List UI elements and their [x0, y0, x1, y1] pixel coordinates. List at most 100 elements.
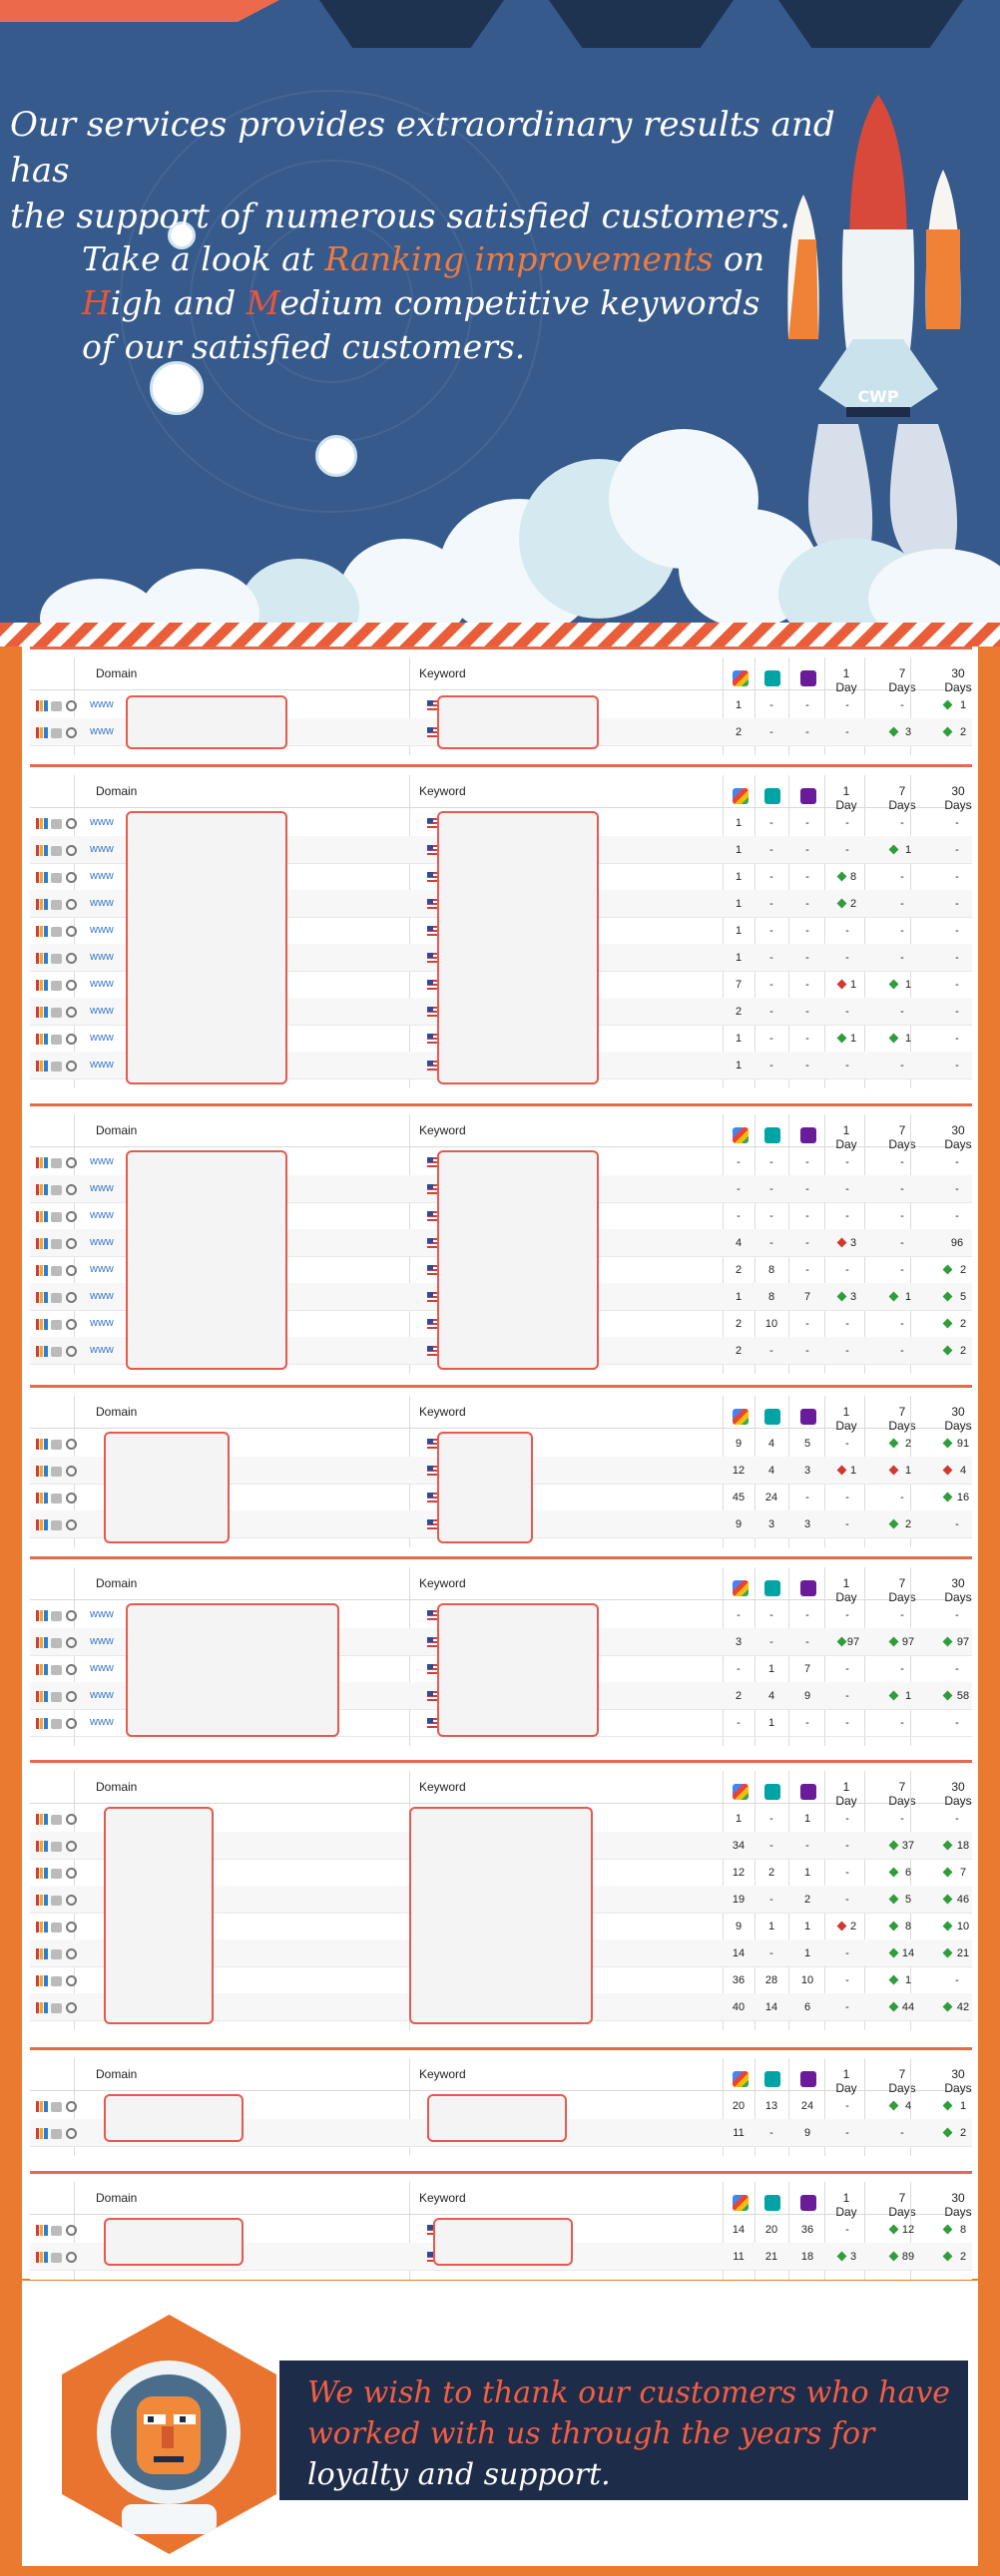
domain-link[interactable]: www: [90, 843, 114, 855]
bar-chart-icon[interactable]: [36, 1265, 48, 1276]
domain-link[interactable]: www: [90, 978, 114, 990]
search-icon[interactable]: [66, 700, 77, 711]
bar-chart-icon[interactable]: [36, 953, 48, 964]
tool-icon[interactable]: [51, 1440, 62, 1450]
search-icon[interactable]: [66, 1610, 77, 1621]
google-icon[interactable]: [733, 1784, 749, 1800]
search-icon[interactable]: [66, 2128, 77, 2139]
search-icon[interactable]: [66, 872, 77, 883]
tool-icon[interactable]: [51, 873, 62, 883]
bar-chart-icon[interactable]: [36, 1948, 48, 1959]
column-header-30days[interactable]: 30 Days: [938, 1405, 972, 1433]
column-header-1day[interactable]: 1 Day: [832, 784, 860, 812]
column-header-30days[interactable]: 30 Days: [938, 1576, 972, 1604]
column-header-domain[interactable]: Domain: [96, 784, 137, 798]
column-header-7days[interactable]: 7 Days: [884, 1405, 920, 1433]
bar-chart-icon[interactable]: [36, 1637, 48, 1648]
domain-link[interactable]: www: [90, 924, 114, 936]
search-icon[interactable]: [66, 1439, 77, 1450]
tool-icon[interactable]: [51, 1293, 62, 1303]
domain-link[interactable]: www: [90, 1263, 114, 1275]
search-icon[interactable]: [66, 1975, 77, 1986]
google-icon[interactable]: [733, 1409, 749, 1425]
yahoo-icon[interactable]: [800, 1784, 816, 1800]
search-icon[interactable]: [66, 1895, 77, 1906]
tool-icon[interactable]: [51, 1815, 62, 1825]
tool-icon[interactable]: [51, 1638, 62, 1648]
column-header-7days[interactable]: 7 Days: [884, 784, 920, 812]
domain-link[interactable]: www: [90, 1608, 114, 1620]
domain-link[interactable]: www: [90, 1635, 114, 1647]
tool-icon[interactable]: [51, 1949, 62, 1959]
tool-icon[interactable]: [51, 2253, 62, 2263]
tool-icon[interactable]: [51, 1158, 62, 1168]
tool-icon[interactable]: [51, 927, 62, 937]
domain-link[interactable]: www: [90, 1182, 114, 1194]
tool-icon[interactable]: [51, 1665, 62, 1675]
bar-chart-icon[interactable]: [36, 1061, 48, 1072]
column-header-domain[interactable]: Domain: [96, 1576, 137, 1590]
domain-link[interactable]: www: [90, 1689, 114, 1701]
column-header-keyword[interactable]: Keyword: [419, 1123, 466, 1137]
bar-chart-icon[interactable]: [36, 1157, 48, 1168]
column-header-domain[interactable]: Domain: [96, 1780, 137, 1794]
bing-icon[interactable]: [764, 2195, 780, 2211]
domain-link[interactable]: www: [90, 1716, 114, 1728]
bar-chart-icon[interactable]: [36, 899, 48, 910]
bar-chart-icon[interactable]: [36, 1868, 48, 1879]
search-icon[interactable]: [66, 1691, 77, 1702]
bar-chart-icon[interactable]: [36, 2101, 48, 2112]
search-icon[interactable]: [66, 1238, 77, 1249]
tool-icon[interactable]: [51, 2226, 62, 2236]
yahoo-icon[interactable]: [800, 788, 816, 804]
search-icon[interactable]: [66, 1519, 77, 1530]
domain-link[interactable]: www: [90, 897, 114, 909]
bar-chart-icon[interactable]: [36, 926, 48, 937]
tool-icon[interactable]: [51, 1692, 62, 1702]
bar-chart-icon[interactable]: [36, 1034, 48, 1045]
domain-link[interactable]: www: [90, 1662, 114, 1674]
search-icon[interactable]: [66, 1493, 77, 1503]
column-header-1day[interactable]: 1 Day: [832, 666, 860, 694]
tool-icon[interactable]: [51, 1062, 62, 1072]
yahoo-icon[interactable]: [800, 670, 816, 686]
column-header-1day[interactable]: 1 Day: [832, 2191, 860, 2219]
bing-icon[interactable]: [764, 1784, 780, 1800]
bar-chart-icon[interactable]: [36, 1238, 48, 1249]
column-header-domain[interactable]: Domain: [96, 666, 137, 680]
tool-icon[interactable]: [51, 1008, 62, 1018]
tool-icon[interactable]: [51, 1869, 62, 1879]
column-header-keyword[interactable]: Keyword: [419, 2067, 466, 2081]
column-header-domain[interactable]: Domain: [96, 2191, 137, 2205]
tool-icon[interactable]: [51, 1212, 62, 1222]
search-icon[interactable]: [66, 2225, 77, 2236]
search-icon[interactable]: [66, 953, 77, 964]
domain-link[interactable]: www: [90, 725, 114, 737]
yahoo-icon[interactable]: [800, 1580, 816, 1596]
yahoo-icon[interactable]: [800, 2071, 816, 2087]
bar-chart-icon[interactable]: [36, 1519, 48, 1530]
bar-chart-icon[interactable]: [36, 1466, 48, 1477]
search-icon[interactable]: [66, 1718, 77, 1729]
search-icon[interactable]: [66, 1664, 77, 1675]
tool-icon[interactable]: [51, 1347, 62, 1357]
column-header-domain[interactable]: Domain: [96, 2067, 137, 2081]
google-icon[interactable]: [733, 1127, 749, 1143]
domain-link[interactable]: www: [90, 1344, 114, 1356]
search-icon[interactable]: [66, 1265, 77, 1276]
domain-link[interactable]: www: [90, 951, 114, 963]
search-icon[interactable]: [66, 1868, 77, 1879]
search-icon[interactable]: [66, 980, 77, 991]
tool-icon[interactable]: [51, 1467, 62, 1477]
column-header-7days[interactable]: 7 Days: [884, 2191, 920, 2219]
google-icon[interactable]: [733, 1580, 749, 1596]
column-header-keyword[interactable]: Keyword: [419, 1405, 466, 1419]
search-icon[interactable]: [66, 1814, 77, 1825]
column-header-7days[interactable]: 7 Days: [884, 1576, 920, 1604]
google-icon[interactable]: [733, 788, 749, 804]
column-header-keyword[interactable]: Keyword: [419, 666, 466, 680]
column-header-30days[interactable]: 30 Days: [938, 784, 972, 812]
domain-link[interactable]: www: [90, 1209, 114, 1221]
google-icon[interactable]: [733, 2071, 749, 2087]
bar-chart-icon[interactable]: [36, 1841, 48, 1852]
